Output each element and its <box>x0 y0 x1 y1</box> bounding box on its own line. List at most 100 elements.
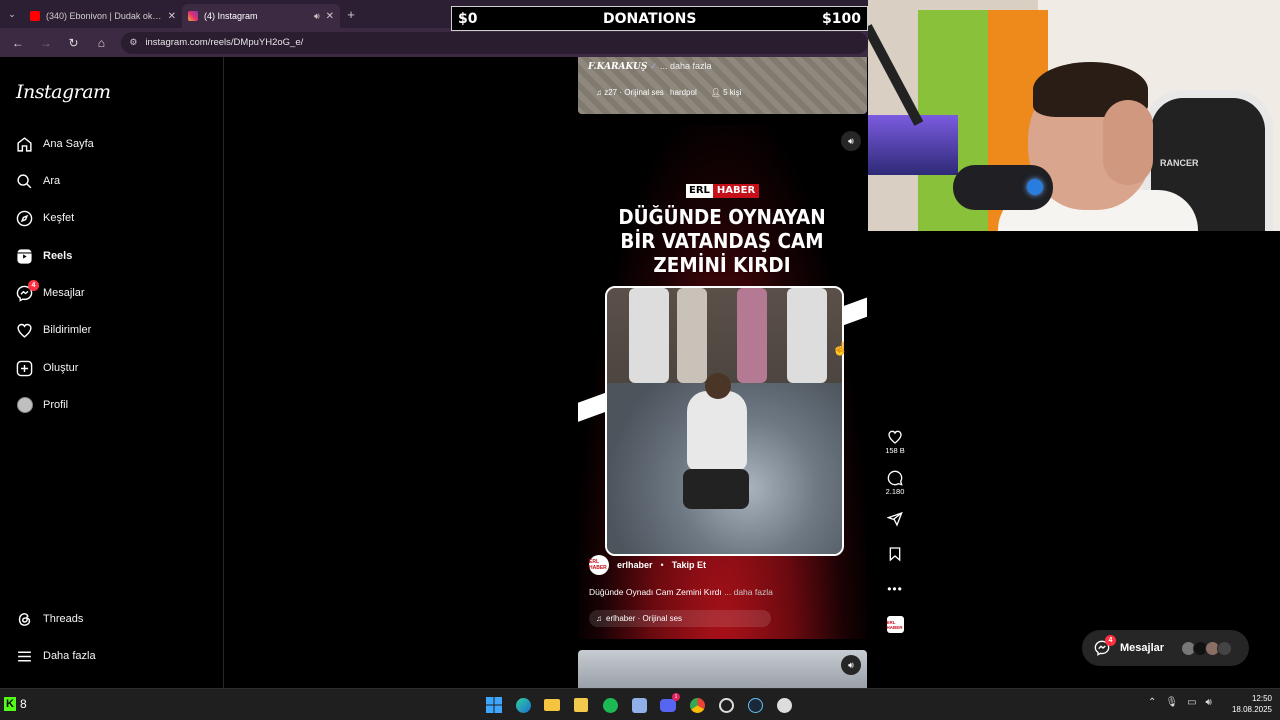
reels-icon <box>16 248 33 265</box>
browser-toolbar: ← → ↻ ⌂ ⚙ instagram.com/reels/DMpuYH2oG_… <box>0 28 868 57</box>
save-action[interactable] <box>886 545 904 563</box>
audio-thumbnail: ERL HABER <box>886 616 904 633</box>
address-bar[interactable]: ⚙ instagram.com/reels/DMpuYH2oG_e/ <box>121 31 868 54</box>
menu-icon <box>16 648 33 665</box>
more-link[interactable]: ... daha fazla <box>724 587 773 597</box>
sidebar-item-reels[interactable]: Reels <box>16 244 72 268</box>
follow-button[interactable]: Takip Et <box>672 560 706 570</box>
back-button[interactable]: ← <box>6 31 30 55</box>
forward-button[interactable]: → <box>34 31 58 55</box>
tab-youtube[interactable]: (340) Ebonivon | Dudak okuma ✕ <box>24 4 182 28</box>
chair-brand: RANCER <box>1160 158 1199 168</box>
close-tab-icon[interactable]: ✕ <box>168 11 176 22</box>
sidebar-item-threads[interactable]: Threads <box>16 607 83 631</box>
webcam-overlay: RANCER <box>868 0 1280 231</box>
tab-list-button[interactable]: ⌄ <box>0 0 24 28</box>
new-tab-button[interactable]: + <box>340 7 362 22</box>
man-head <box>705 373 731 399</box>
instagram-favicon-icon <box>188 11 198 21</box>
tagged-people[interactable]: 👤︎ 5 kişi <box>711 88 742 97</box>
app-icon[interactable] <box>629 695 649 715</box>
spotify-glyph-icon <box>602 697 618 713</box>
url-text: instagram.com/reels/DMpuYH2oG_e/ <box>145 37 304 48</box>
clock-date: 18.08.2025 <box>1231 705 1272 714</box>
reel-previous[interactable]: F.KARAKUŞ ✓ ... daha fazla ♫ z27 · Oriji… <box>578 57 867 114</box>
instagram-sidebar: Instagram Ana Sayfa Ara Keşfet Reels 4 M… <box>0 57 224 688</box>
network-icon[interactable]: ▭ <box>1187 697 1196 708</box>
verified-icon: ✓ <box>649 61 658 71</box>
reel-author: ERL HABER erlhaber • Takip Et <box>589 555 706 575</box>
instagram-logo[interactable]: Instagram <box>16 81 111 103</box>
sidebar-item-search[interactable]: Ara <box>16 169 60 193</box>
chrome-icon[interactable] <box>687 695 707 715</box>
mute-button[interactable]: 🔊︎ <box>841 131 861 151</box>
sidebar-item-profile[interactable]: Profil <box>16 393 68 417</box>
reel-actions: 158 B 2.180 ••• ERL HABER <box>880 428 910 633</box>
author-username[interactable]: erlhaber <box>617 560 653 570</box>
like-action[interactable]: 158 B <box>885 428 905 455</box>
speaker-icon[interactable]: 🔊︎ <box>314 11 320 22</box>
streamer-hand <box>1103 100 1153 185</box>
comment-action[interactable]: 2.180 <box>885 469 905 496</box>
app-icon[interactable] <box>774 695 794 715</box>
erl-haber-logo: ERL HABER <box>686 184 760 198</box>
steam-icon[interactable] <box>745 695 765 715</box>
send-icon <box>886 510 904 528</box>
more-link[interactable]: ... daha fazla <box>660 61 712 71</box>
sidebar-item-notifications[interactable]: Bildirimler <box>16 318 91 342</box>
viewer-count: 8 <box>20 697 27 711</box>
store-icon[interactable] <box>571 695 591 715</box>
background-person <box>677 288 707 383</box>
obs-icon[interactable] <box>716 695 736 715</box>
audio-info[interactable]: ♫ z27 · Orijinal ses hardpol <box>596 88 697 97</box>
folder-glyph-icon <box>544 699 560 711</box>
share-action[interactable] <box>886 510 904 528</box>
reel-audio-chip[interactable]: ♫ erlhaber · Orijinal ses <box>589 610 771 627</box>
reel-headline: DÜĞÜNDE OYNAYAN BİR VATANDAŞ CAM ZEMİNİ … <box>618 205 826 277</box>
microphone-icon[interactable]: 🎙︎ <box>1165 697 1178 708</box>
close-tab-icon[interactable]: ✕ <box>326 11 334 22</box>
tab-title: (4) Instagram <box>204 11 258 21</box>
sidebar-item-explore[interactable]: Keşfet <box>16 206 74 230</box>
background-person <box>787 288 827 383</box>
edge-glyph-icon <box>515 697 531 713</box>
tab-instagram[interactable]: (4) Instagram 🔊︎ ✕ <box>182 4 340 28</box>
person-icon: 👤︎ <box>710 88 721 97</box>
comment-count: 2.180 <box>885 487 905 496</box>
sidebar-item-create[interactable]: Oluştur <box>16 356 78 380</box>
reload-button[interactable]: ↻ <box>62 31 86 55</box>
sidebar-item-label: Ana Sayfa <box>43 138 94 150</box>
windows-start-icon[interactable] <box>484 695 504 715</box>
chrome-glyph-icon <box>689 697 705 713</box>
home-button[interactable]: ⌂ <box>89 31 113 55</box>
youtube-favicon-icon <box>30 11 40 21</box>
reel-username[interactable]: F.KARAKUŞ <box>588 62 647 72</box>
edge-icon[interactable] <box>513 695 533 715</box>
sidebar-item-more[interactable]: Daha fazla <box>16 644 96 668</box>
sidebar-item-messages[interactable]: 4 Mesajlar <box>16 279 85 305</box>
background-person <box>629 288 669 383</box>
messenger-icon: 4 <box>16 279 39 302</box>
author-avatar[interactable]: ERL HABER <box>589 555 609 575</box>
reel-video[interactable] <box>605 286 844 556</box>
file-explorer-icon[interactable] <box>542 695 562 715</box>
reel-current[interactable]: 🔊︎ ERL HABER DÜĞÜNDE OYNAYAN BİR VATANDA… <box>578 125 867 639</box>
spotify-icon[interactable] <box>600 695 620 715</box>
system-clock[interactable]: 12:50 18.08.2025 <box>1222 693 1272 715</box>
tagged-count: 5 kişi <box>723 88 742 97</box>
mute-button[interactable]: 🔊︎ <box>841 655 861 675</box>
sidebar-item-home[interactable]: Ana Sayfa <box>16 132 94 156</box>
audio-avatar[interactable]: ERL HABER <box>886 616 904 633</box>
audio-label: erlhaber · Orijinal ses <box>606 614 683 623</box>
reel-next[interactable]: 🔊︎ <box>578 650 867 688</box>
music-note-icon: ♫ <box>596 88 602 97</box>
site-settings-icon[interactable]: ⚙ <box>129 37 137 48</box>
avatar <box>16 397 33 413</box>
messages-pill[interactable]: 4 Mesajlar <box>1082 630 1249 666</box>
more-options[interactable]: ••• <box>886 580 904 598</box>
sidebar-item-label: Threads <box>43 613 84 625</box>
chevron-up-icon[interactable]: ⌃ <box>1148 697 1156 708</box>
volume-icon[interactable]: 🔊︎ <box>1206 697 1212 708</box>
obs-glyph-icon <box>718 697 734 713</box>
discord-icon[interactable]: 1 <box>658 693 680 715</box>
